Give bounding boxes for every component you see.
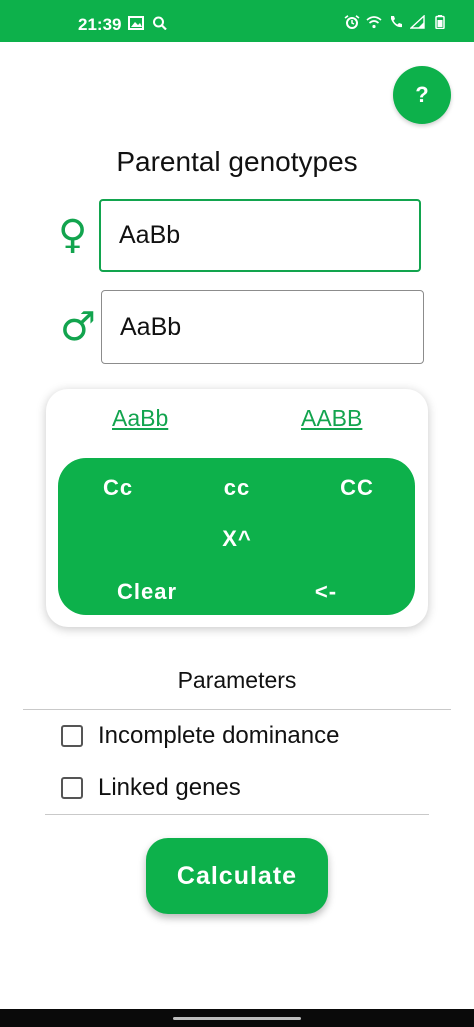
signal-icon <box>410 15 425 29</box>
linked-genes-option[interactable]: Linked genes <box>61 774 241 802</box>
search-icon <box>153 16 167 30</box>
linked-genes-checkbox[interactable] <box>61 777 83 799</box>
key-cc-button[interactable]: cc <box>197 475 277 501</box>
keypad: Cc cc CC X^ Clear <- <box>58 458 415 615</box>
divider <box>23 709 451 710</box>
battery-icon <box>435 15 445 29</box>
calculate-button[interactable]: Calculate <box>146 838 328 914</box>
navigation-bar <box>0 1009 474 1027</box>
status-bar: 21:39 <box>0 0 474 42</box>
clear-button[interactable]: Clear <box>101 579 193 605</box>
checkbox-label: Incomplete dominance <box>98 722 340 749</box>
wifi-icon <box>366 16 382 29</box>
checkbox-label: Linked genes <box>98 774 241 801</box>
divider <box>45 814 429 815</box>
incomplete-dominance-option[interactable]: Incomplete dominance <box>61 722 339 750</box>
genotype-keyboard-card: AaBb AABB Cc cc CC X^ Clear <- <box>46 389 428 627</box>
parameters-title: Parameters <box>177 667 297 693</box>
home-handle[interactable] <box>173 1017 301 1020</box>
female-icon: ♀ <box>58 212 88 258</box>
status-icons-left <box>128 16 168 30</box>
call-icon <box>391 16 402 28</box>
male-icon: ♂ <box>60 304 96 350</box>
backspace-button[interactable]: <- <box>286 579 366 605</box>
female-genotype-input[interactable]: AaBb <box>99 199 421 272</box>
status-time: 21:39 <box>78 15 122 34</box>
key-cross-button[interactable]: X^ <box>197 526 277 552</box>
suggestion-link[interactable]: AaBb <box>112 405 168 432</box>
alarm-icon <box>344 15 360 29</box>
key-Cc-button[interactable]: Cc <box>78 475 158 501</box>
key-CC-button[interactable]: CC <box>317 475 397 501</box>
image-icon <box>128 16 144 30</box>
male-genotype-input[interactable]: AaBb <box>101 290 424 364</box>
page-title: Parental genotypes <box>116 146 358 177</box>
suggestion-link[interactable]: AABB <box>301 405 362 432</box>
help-button[interactable]: ? <box>393 66 451 124</box>
incomplete-dominance-checkbox[interactable] <box>61 725 83 747</box>
status-icons-right <box>344 15 448 29</box>
